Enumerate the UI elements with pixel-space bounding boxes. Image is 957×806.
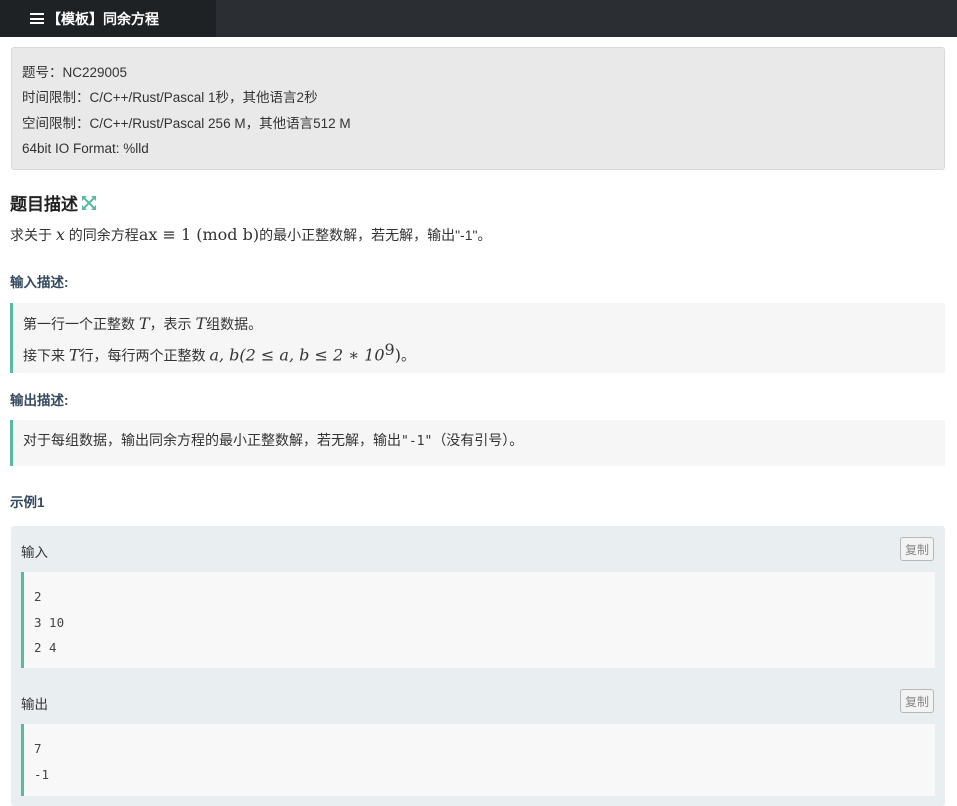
example-input-line: 2 4 xyxy=(34,640,57,655)
time-limit: 时间限制：C/C++/Rust/Pascal 1秒，其他语言2秒 xyxy=(22,90,318,106)
problem-meta-box: 题号：NC229005 时间限制：C/C++/Rust/Pascal 1秒，其他… xyxy=(11,47,945,170)
tab-title: 【模板】同余方程 xyxy=(47,10,159,27)
problem-id: 题号：NC229005 xyxy=(22,65,128,80)
output-description: 对于每组数据，输出同余方程的最小正整数解，若无解，输出"-1"（没有引号）。 xyxy=(10,420,945,466)
example-input-line: 3 10 xyxy=(34,614,65,630)
input-line1-c: 组数据。 xyxy=(206,316,263,332)
input-line2-var: T xyxy=(68,345,80,365)
list-icon xyxy=(30,13,44,24)
input-heading: 输入描述: xyxy=(10,275,69,290)
memory-limit: 空间限制：C/C++/Rust/Pascal 256 M，其他语言512 M xyxy=(22,115,351,131)
copy-input-button[interactable]: 复制 xyxy=(900,537,934,561)
expand-icon[interactable] xyxy=(82,195,96,210)
desc-equation: ax ≡ 1 (mod b) xyxy=(138,225,260,244)
example-output-line: -1 xyxy=(34,766,50,782)
description-heading-text: 题目描述 xyxy=(10,195,78,214)
input-description: 第一行一个正整数 T，表示 T组数据。 接下来 T行，每行两个正整数 a, b(… xyxy=(10,303,945,373)
input-line1-a: 第一行一个正整数 xyxy=(23,316,139,332)
input-line-2: 接下来 T行，每行两个正整数 a, b(2 ≤ a, b ≤ 2 ∗ 109)。 xyxy=(23,337,935,369)
desc-mid: 的同余方程 xyxy=(64,227,139,243)
input-line2-end: 。 xyxy=(400,347,415,364)
example-input-line: 2 xyxy=(34,589,42,604)
io-format: 64bit IO Format: %lld xyxy=(22,140,149,156)
top-bar: 【模板】同余方程 xyxy=(0,0,957,37)
example-input-block[interactable]: 2 3 10 2 4 xyxy=(21,572,935,668)
example-output-label: 输出 xyxy=(21,697,48,712)
output-text-a: 对于每组数据，输出同余方程的最小正整数解，若无解，输出 xyxy=(23,432,401,448)
example-heading: 示例1 xyxy=(10,495,45,510)
output-text-b: （没有引号）。 xyxy=(432,432,524,448)
tab-problem[interactable]: 【模板】同余方程 xyxy=(0,0,216,37)
input-line2-a: 接下来 xyxy=(23,347,69,364)
description-text: 求关于 x 的同余方程ax ≡ 1 (mod b)的最小正整数解，若无解，输出"… xyxy=(10,224,491,246)
input-line1-var2: T xyxy=(195,314,207,333)
example-output-block[interactable]: 7 -1 xyxy=(21,724,935,796)
input-line2-math: a, b(2 ≤ a, b ≤ 2 ∗ 10 xyxy=(209,345,385,365)
input-line-1: 第一行一个正整数 T，表示 T组数据。 xyxy=(23,311,935,337)
copy-output-button[interactable]: 复制 xyxy=(900,689,934,713)
input-line1-var: T xyxy=(138,314,150,333)
description-heading: 题目描述 xyxy=(10,190,96,215)
example-input-label: 输入 xyxy=(21,545,48,560)
example-box: 输入 复制 2 3 10 2 4 输出 复制 7 -1 xyxy=(11,526,945,806)
input-line2-exp: 9 xyxy=(384,340,395,359)
output-code: "-1" xyxy=(401,434,433,449)
desc-prefix: 求关于 xyxy=(10,227,56,243)
example-output-line: 7 xyxy=(34,741,42,756)
desc-var-x: x xyxy=(55,225,65,244)
desc-suffix: 的最小正整数解，若无解，输出"-1"。 xyxy=(259,227,492,243)
output-heading: 输出描述: xyxy=(10,393,69,408)
input-line1-b: ，表示 xyxy=(149,316,196,332)
input-line2-b: 行，每行两个正整数 xyxy=(79,347,210,364)
